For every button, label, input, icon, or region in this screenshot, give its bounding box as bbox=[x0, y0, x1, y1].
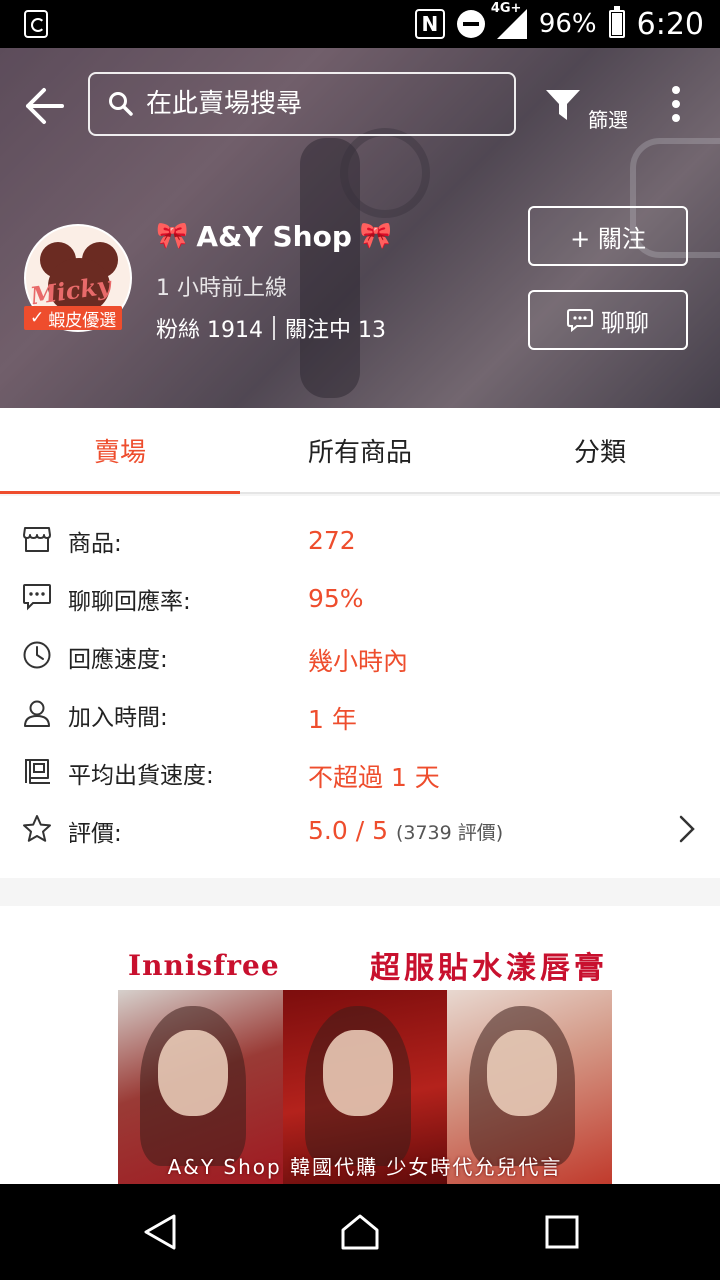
info-label: 平均出貨速度: bbox=[68, 763, 214, 789]
filter-button[interactable]: 篩選 bbox=[544, 82, 634, 132]
search-icon bbox=[109, 92, 133, 116]
promo-banner[interactable]: Innisfree 超服貼水漾唇膏 A&Y Shop 韓國代購 少女時代允兒代言 bbox=[118, 936, 612, 1186]
status-bar: N 4G+ 96% 6:20 bbox=[0, 0, 720, 48]
signal-icon: 4G+ bbox=[491, 1, 527, 39]
tab-shop[interactable]: 賣場 bbox=[0, 408, 240, 494]
info-row-chat-response: 聊聊回應率: 95% bbox=[0, 572, 720, 630]
do-not-disturb-icon bbox=[456, 10, 485, 38]
battery-icon bbox=[608, 6, 625, 38]
tab-categories[interactable]: 分類 bbox=[480, 408, 720, 492]
nav-recents-icon[interactable] bbox=[542, 1212, 582, 1252]
ribbon-icon: 🎀 bbox=[359, 221, 393, 251]
network-type: 4G+ bbox=[490, 1, 522, 16]
info-label: 加入時間: bbox=[68, 705, 168, 731]
chat-icon bbox=[567, 309, 593, 332]
info-row-response-speed: 回應速度: 幾小時內 bbox=[0, 630, 720, 688]
search-box[interactable] bbox=[88, 72, 516, 136]
filter-icon bbox=[546, 90, 580, 120]
last-online-status: 1 小時前上線 bbox=[156, 276, 287, 301]
following-count[interactable]: 關注中 13 bbox=[285, 312, 386, 344]
box-icon bbox=[25, 759, 50, 784]
tab-all-products[interactable]: 所有商品 bbox=[240, 408, 480, 492]
store-icon bbox=[23, 527, 51, 552]
person-icon bbox=[24, 700, 50, 727]
info-label: 聊聊回應率: bbox=[68, 589, 191, 615]
shop-info-list: 商品: 272 聊聊回應率: 95% 回應速度: 幾小時內 加入時間: 1 年 … bbox=[0, 496, 720, 878]
banner-brand: Innisfree bbox=[128, 948, 280, 982]
back-arrow-icon[interactable] bbox=[22, 86, 66, 126]
shop-tabs: 賣場 所有商品 分類 bbox=[0, 408, 720, 494]
rating-score: 5.0 / 5 bbox=[308, 816, 388, 845]
clock-icon bbox=[23, 641, 51, 669]
banner-title: Innisfree 超服貼水漾唇膏 bbox=[128, 940, 608, 990]
follow-button[interactable]: + 關注 bbox=[528, 206, 688, 266]
info-value: 幾小時內 bbox=[308, 647, 409, 676]
info-label: 回應速度: bbox=[68, 647, 168, 673]
info-label: 評價: bbox=[68, 821, 122, 847]
info-row-shipping-speed: 平均出貨速度: 不超過 1 天 bbox=[0, 746, 720, 804]
chat-bubble-icon bbox=[23, 584, 51, 611]
info-value: 不超過 1 天 bbox=[308, 763, 440, 792]
clock-time: 6:20 bbox=[636, 6, 704, 42]
info-row-products: 商品: 272 bbox=[0, 514, 720, 572]
preferred-seller-badge: ✓ 蝦皮優選 bbox=[24, 306, 123, 331]
status-icons: N 4G+ 96% 6:20 bbox=[414, 1, 704, 42]
chat-button-label: 聊聊 bbox=[601, 308, 649, 337]
filter-label: 篩選 bbox=[588, 108, 628, 132]
info-value: 272 bbox=[308, 526, 356, 555]
chat-button[interactable]: 聊聊 bbox=[528, 290, 688, 350]
followers-count[interactable]: 粉絲 1914 bbox=[156, 312, 263, 344]
promo-section: Innisfree 超服貼水漾唇膏 A&Y Shop 韓國代購 少女時代允兒代言 bbox=[0, 906, 720, 1186]
nav-back-icon[interactable] bbox=[140, 1212, 180, 1252]
info-row-rating[interactable]: 評價: 5.0 / 5 (3739 評價) bbox=[0, 804, 720, 862]
banner-product: 超服貼水漾唇膏 bbox=[370, 951, 608, 986]
more-options-icon[interactable] bbox=[666, 86, 686, 122]
preferred-badge-label: 蝦皮優選 bbox=[48, 310, 117, 331]
nfc-icon: N bbox=[414, 9, 445, 39]
search-input[interactable] bbox=[146, 89, 486, 119]
nav-home-icon[interactable] bbox=[340, 1212, 380, 1252]
banner-footer: A&Y Shop 韓國代購 少女時代允兒代言 bbox=[167, 1155, 563, 1179]
info-value: 95% bbox=[308, 584, 364, 613]
star-icon bbox=[23, 815, 51, 842]
chevron-right-icon[interactable] bbox=[676, 814, 698, 844]
shop-name: 🎀 A&Y Shop 🎀 bbox=[156, 214, 392, 258]
divider bbox=[272, 316, 275, 340]
rating-count: (3739 評價) bbox=[395, 822, 504, 844]
battery-percent: 96% bbox=[538, 9, 597, 39]
info-label: 商品: bbox=[68, 531, 122, 557]
system-nav-bar bbox=[0, 1184, 720, 1280]
ribbon-icon: 🎀 bbox=[156, 221, 189, 251]
info-value: 1 年 bbox=[308, 705, 357, 734]
shop-name-text: A&Y Shop bbox=[196, 219, 352, 253]
rating-value: 5.0 / 5 (3739 評價) bbox=[308, 816, 503, 845]
info-row-joined: 加入時間: 1 年 bbox=[0, 688, 720, 746]
follow-stats: 粉絲 1914 關注中 13 bbox=[156, 312, 386, 344]
screen-record-icon bbox=[24, 10, 48, 38]
check-icon: ✓ bbox=[30, 308, 45, 328]
follow-button-label: + 關注 bbox=[570, 224, 646, 253]
